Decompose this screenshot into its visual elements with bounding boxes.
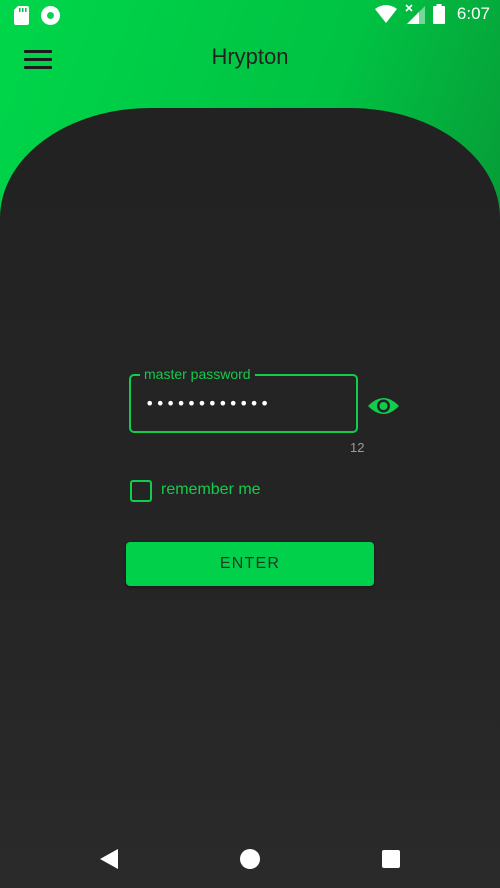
character-counter: 12: [350, 440, 365, 455]
sd-card-icon: [14, 6, 29, 25]
password-input[interactable]: [145, 390, 345, 416]
battery-icon: [432, 4, 445, 24]
password-label: master password: [140, 366, 255, 382]
wifi-icon: [374, 5, 397, 23]
back-icon[interactable]: [100, 849, 118, 869]
notification-icon: [41, 6, 60, 25]
eye-icon[interactable]: [367, 394, 400, 418]
signal-icon: [405, 4, 425, 24]
recents-icon[interactable]: [382, 850, 400, 868]
remember-me-checkbox[interactable]: [130, 480, 152, 502]
status-time: 6:07: [456, 4, 490, 23]
enter-button[interactable]: ENTER: [126, 542, 374, 586]
home-icon[interactable]: [240, 849, 260, 869]
status-bar: 6:07: [0, 0, 500, 32]
status-bar-left: [14, 6, 60, 25]
status-bar-right: 6:07: [374, 4, 490, 24]
app-title: Hrypton: [211, 44, 289, 69]
remember-me-label[interactable]: remember me: [161, 481, 261, 499]
